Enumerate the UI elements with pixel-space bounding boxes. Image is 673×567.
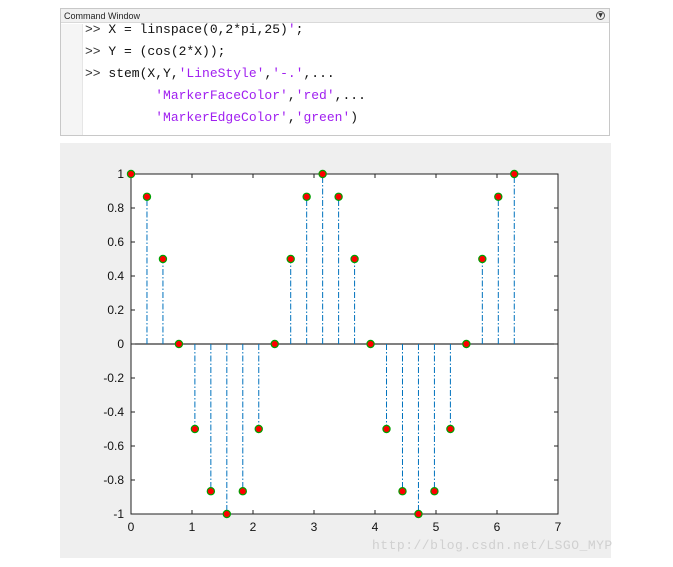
x-tick-label: 5 — [433, 520, 440, 534]
y-tick-label: 0.2 — [107, 303, 124, 317]
stem-marker — [270, 339, 279, 349]
y-tick-label: -0.4 — [103, 405, 124, 419]
command-line: 'MarkerFaceColor','red',... — [85, 86, 366, 106]
command-prompt: >> — [85, 22, 109, 37]
y-tick-label: -0.2 — [103, 371, 124, 385]
stem-marker — [142, 192, 152, 201]
y-tick-label: 0 — [117, 337, 124, 351]
stem-marker — [286, 254, 295, 264]
stem-marker — [510, 169, 519, 179]
stem-marker — [318, 169, 327, 179]
stem-marker — [350, 254, 359, 264]
y-tick-label: -0.6 — [103, 439, 124, 453]
stem-marker — [222, 509, 232, 519]
stem-marker — [302, 192, 311, 201]
command-window[interactable]: Command Window ▼ >> X = linspace(0,2*pi,… — [60, 8, 610, 136]
command-prompt: >> — [85, 44, 109, 59]
stem-marker — [494, 192, 503, 201]
x-tick-label: 6 — [494, 520, 501, 534]
string-literal: '-.' — [272, 66, 304, 81]
y-tick-label: -0.8 — [103, 473, 124, 487]
code-text: ; — [295, 22, 304, 37]
code-text: Y = (cos(2*X)); — [108, 44, 226, 59]
y-tick-label: 0.8 — [107, 201, 124, 215]
stem-marker — [334, 192, 343, 201]
code-text: ,... — [334, 88, 366, 103]
string-literal: 'MarkerFaceColor' — [155, 88, 288, 103]
y-tick-label: 0.4 — [107, 269, 124, 283]
string-literal: ' — [287, 22, 296, 37]
command-prompt: >> — [85, 66, 109, 81]
watermark: http://blog.csdn.net/LSGO_MYP — [372, 538, 613, 553]
stem-marker — [126, 169, 136, 179]
stem-marker — [158, 254, 168, 264]
figure-window: 0 1 2 3 4 5 6 7 1 0.8 0.6 0.4 0.2 0 -0.2 -0.4 -0.6 -0.8 -1 — [60, 143, 611, 558]
string-literal: 'green' — [295, 110, 351, 125]
string-literal: 'LineStyle' — [178, 66, 265, 81]
command-line: >> Y = (cos(2*X)); — [85, 42, 225, 62]
string-literal: 'MarkerEdgeColor' — [155, 110, 288, 125]
code-text: stem(X,Y, — [108, 66, 179, 81]
command-line: 'MarkerEdgeColor','green') — [85, 108, 358, 128]
x-tick-label: 0 — [128, 520, 135, 534]
stem-marker — [190, 424, 200, 434]
code-text: ,... — [303, 66, 335, 81]
stem-marker — [414, 509, 423, 519]
stem-marker — [238, 487, 247, 496]
stem-marker — [398, 487, 407, 496]
string-literal: 'red' — [295, 88, 335, 103]
code-text: ) — [350, 110, 359, 125]
command-window-gutter — [61, 24, 83, 135]
stem-marker — [254, 424, 263, 434]
stem-marker — [430, 487, 439, 496]
x-tick-label: 7 — [555, 520, 562, 534]
code-text: X = linspace(0,2*pi,25) — [108, 22, 288, 37]
code-text: , — [287, 110, 296, 125]
code-text: , — [287, 88, 296, 103]
stem-marker — [174, 339, 184, 349]
command-line: >> stem(X,Y,'LineStyle','-.',... — [85, 64, 335, 84]
stem-plot: 0 1 2 3 4 5 6 7 1 0.8 0.6 0.4 0.2 0 -0.2 -0.4 -0.6 -0.8 -1 — [103, 167, 562, 534]
stem-marker — [366, 339, 375, 349]
stem-marker — [462, 339, 471, 349]
stem-marker — [382, 424, 391, 434]
y-tick-label: 1 — [117, 167, 124, 181]
command-line: >> X = linspace(0,2*pi,25)'; — [85, 20, 303, 40]
x-tick-label: 1 — [189, 520, 196, 534]
stem-marker — [446, 424, 455, 434]
x-tick-label: 3 — [311, 520, 318, 534]
stem-marker — [478, 254, 487, 264]
x-tick-label: 4 — [372, 520, 379, 534]
stem-marker — [206, 487, 216, 496]
y-tick-label: 0.6 — [107, 235, 124, 249]
chevron-down-circle-icon[interactable]: ▼ — [596, 11, 605, 20]
y-tick-label: -1 — [113, 507, 124, 521]
x-tick-label: 2 — [250, 520, 257, 534]
